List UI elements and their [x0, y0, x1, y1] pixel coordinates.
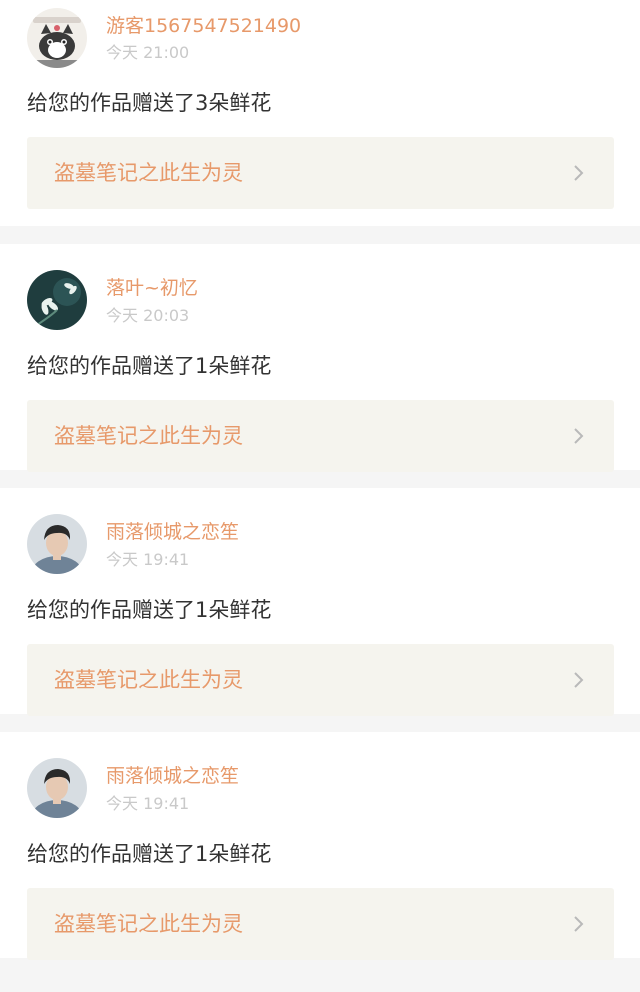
person-avatar-icon[interactable] — [27, 758, 87, 818]
username[interactable]: 雨落倾城之恋笙 — [106, 519, 239, 545]
notification-card: 落叶~初忆 今天 20:03 给您的作品赠送了1朵鲜花 盗墓笔记之此生为灵 — [0, 244, 640, 472]
work-title: 盗墓笔记之此生为灵 — [54, 668, 243, 692]
gift-message: 给您的作品赠送了1朵鲜花 — [27, 598, 272, 622]
timestamp: 今天 19:41 — [106, 794, 190, 813]
work-title: 盗墓笔记之此生为灵 — [54, 161, 243, 185]
gift-message: 给您的作品赠送了1朵鲜花 — [27, 354, 272, 378]
notification-card: 游客1567547521490 今天 21:00 给您的作品赠送了3朵鲜花 盗墓… — [0, 0, 640, 226]
timestamp: 今天 19:41 — [106, 550, 190, 569]
gift-notification-list: 游客1567547521490 今天 21:00 给您的作品赠送了3朵鲜花 盗墓… — [0, 0, 640, 960]
work-link-button[interactable]: 盗墓笔记之此生为灵 — [27, 400, 614, 472]
timestamp: 今天 20:03 — [106, 306, 190, 325]
username[interactable]: 落叶~初忆 — [106, 275, 198, 301]
work-link-button[interactable]: 盗墓笔记之此生为灵 — [27, 137, 614, 209]
notification-card: 雨落倾城之恋笙 今天 19:41 给您的作品赠送了1朵鲜花 盗墓笔记之此生为灵 — [0, 488, 640, 716]
username[interactable]: 游客1567547521490 — [106, 13, 301, 39]
person-avatar-icon[interactable] — [27, 514, 87, 574]
flower-avatar-icon[interactable] — [27, 270, 87, 330]
chevron-right-icon — [569, 915, 587, 933]
work-title: 盗墓笔记之此生为灵 — [54, 912, 243, 936]
username[interactable]: 雨落倾城之恋笙 — [106, 763, 239, 789]
work-link-button[interactable]: 盗墓笔记之此生为灵 — [27, 644, 614, 716]
chevron-right-icon — [569, 427, 587, 445]
timestamp: 今天 21:00 — [106, 43, 190, 62]
work-link-button[interactable]: 盗墓笔记之此生为灵 — [27, 888, 614, 960]
notification-card: 雨落倾城之恋笙 今天 19:41 给您的作品赠送了1朵鲜花 盗墓笔记之此生为灵 — [0, 732, 640, 960]
chevron-right-icon — [569, 164, 587, 182]
gift-message: 给您的作品赠送了3朵鲜花 — [27, 91, 272, 115]
work-title: 盗墓笔记之此生为灵 — [54, 424, 243, 448]
cat-avatar-icon[interactable] — [27, 8, 87, 68]
gift-message: 给您的作品赠送了1朵鲜花 — [27, 842, 272, 866]
chevron-right-icon — [569, 671, 587, 689]
